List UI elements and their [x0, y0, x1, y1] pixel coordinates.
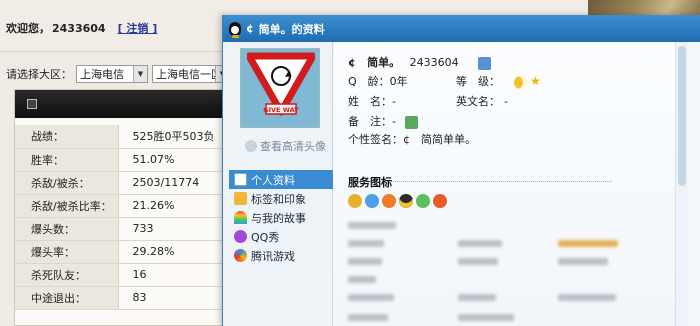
nickname-row: ¢ 简单。 2433604 — [348, 54, 492, 70]
person-icon — [245, 140, 257, 152]
stat-label: 胜率： — [15, 148, 119, 172]
stats-row: 战绩： 525胜0平503负 — [15, 125, 239, 149]
star-icon: ★ — [530, 74, 541, 88]
stat-value: 29.28% — [118, 240, 239, 264]
nav-item-tags[interactable]: 标签和印象 — [229, 189, 333, 208]
stats-row: 胜率： 51.07% — [15, 148, 239, 172]
stats-row: 爆头数： 733 — [15, 217, 239, 241]
divider — [390, 181, 612, 182]
stat-label: 爆头数： — [15, 217, 119, 241]
region-select-1[interactable]: 上海电信 ▼ — [76, 65, 148, 83]
stat-value: 733 — [118, 217, 239, 241]
tag-icon — [234, 192, 247, 205]
give-way-sign-icon: GIVE WAY — [247, 52, 315, 116]
scrollbar-thumb[interactable] — [678, 46, 686, 186]
stats-row: 杀敌/被杀： 2503/11774 — [15, 171, 239, 195]
nav-item-story[interactable]: 与我的故事 — [229, 208, 333, 227]
nav-item-qqshow[interactable]: QQ秀 — [229, 227, 333, 246]
pet-icon[interactable] — [382, 194, 396, 208]
service-icons — [348, 194, 447, 208]
service-icons-title: 服务图标 — [348, 176, 392, 189]
qzone-icon[interactable] — [365, 194, 379, 208]
dialog-title: 简单。的资料 — [258, 22, 325, 36]
music-icon[interactable] — [433, 194, 447, 208]
view-hd-avatar-link[interactable]: 查看高清头像 — [245, 138, 326, 154]
nav-item-games[interactable]: 腾讯游戏 — [229, 246, 333, 265]
welcome-line: 欢迎您， 2433604 [ 注销 ] — [6, 20, 157, 36]
stat-value: 2503/11774 — [118, 171, 239, 195]
chevron-down-icon: ▼ — [133, 66, 147, 82]
stat-value: 525胜0平503负 — [118, 125, 239, 149]
qqshow-icon — [234, 230, 247, 243]
nav-item-profile[interactable]: 个人资料 — [229, 170, 333, 189]
stat-label: 中途退出： — [15, 286, 119, 310]
qq-number: 2433604 — [409, 56, 459, 69]
contact-card-icon[interactable] — [478, 56, 492, 70]
profile-dialog: ¢ 简单。的资料 GIVE WAY 查看高清头像 个人资料 标签和印象 与我的故… — [222, 15, 700, 326]
region-select-2[interactable]: 上海电信一区 ▼ — [152, 65, 230, 83]
avatar[interactable]: GIVE WAY — [240, 48, 320, 128]
stats-panel: 战绩： 525胜0平503负 胜率： 51.07% 杀敌/被杀： 2503/11774 杀敌… — [14, 89, 240, 326]
english-name-row: 英文名： - — [456, 95, 508, 108]
stats-row: 中途退出： 83 — [15, 286, 239, 310]
stat-value: 83 — [118, 286, 239, 310]
profile-content: ¢ 简单。 2433604 Q 龄：0年 等 级： ★ 姓 名：- 英文名： - … — [334, 42, 688, 326]
name-row: 姓 名：- — [348, 95, 396, 108]
vip-icon[interactable] — [348, 194, 362, 208]
nick-prefix: ¢ — [348, 56, 356, 69]
game-icon[interactable] — [416, 194, 430, 208]
qq-penguin-icon — [229, 21, 241, 38]
stat-value: 21.26% — [118, 194, 239, 218]
region-label: 请选择大区： — [6, 68, 72, 81]
stat-value: 51.07% — [118, 148, 239, 172]
edit-icon[interactable] — [405, 115, 419, 129]
stats-row: 爆头率： 29.28% — [15, 240, 239, 264]
stat-label: 爆头率： — [15, 240, 119, 264]
nickname: 简单。 — [367, 56, 401, 69]
remark-row: 备 注：- — [348, 113, 419, 129]
stat-label: 战绩： — [15, 125, 119, 149]
moon-icon — [513, 75, 527, 89]
dialog-sidebar: GIVE WAY 查看高清头像 个人资料 标签和印象 与我的故事 QQ秀 腾讯游… — [223, 42, 333, 326]
signature-row: 个性签名：¢ 简简单单。 — [348, 133, 476, 146]
dialog-nav: 个人资料 标签和印象 与我的故事 QQ秀 腾讯游戏 — [229, 170, 333, 265]
svg-text:GIVE WAY: GIVE WAY — [263, 106, 299, 114]
scrollbar[interactable] — [675, 42, 688, 326]
stats-table: 战绩： 525胜0平503负 胜率： 51.07% 杀敌/被杀： 2503/11774 杀敌… — [15, 125, 239, 310]
stats-panel-header — [15, 90, 239, 118]
profile-icon — [234, 173, 247, 186]
stat-value: 16 — [118, 263, 239, 287]
user-id: 2433604 — [52, 22, 106, 35]
welcome-text: 欢迎您， — [6, 22, 50, 35]
title-prefix: ¢ — [246, 22, 254, 35]
level-row: 等 级： ★ — [456, 74, 541, 89]
collapse-icon[interactable] — [27, 99, 37, 109]
logout-link[interactable]: [ 注销 ] — [118, 22, 158, 35]
rainbow-icon — [234, 211, 247, 224]
age-row: Q 龄：0年 — [348, 75, 408, 88]
tencent-games-icon — [234, 249, 247, 262]
stat-label: 杀敌/被杀比率： — [15, 194, 119, 218]
stats-row: 杀敌/被杀比率： 21.26% — [15, 194, 239, 218]
stats-row: 杀死队友： 16 — [15, 263, 239, 287]
stat-label: 杀死队友： — [15, 263, 119, 287]
penguin-icon[interactable] — [399, 194, 413, 208]
dialog-titlebar[interactable]: ¢ 简单。的资料 — [223, 15, 700, 42]
region-selector: 请选择大区： 上海电信 ▼ 上海电信一区 ▼ — [6, 65, 230, 83]
stat-label: 杀敌/被杀： — [15, 171, 119, 195]
